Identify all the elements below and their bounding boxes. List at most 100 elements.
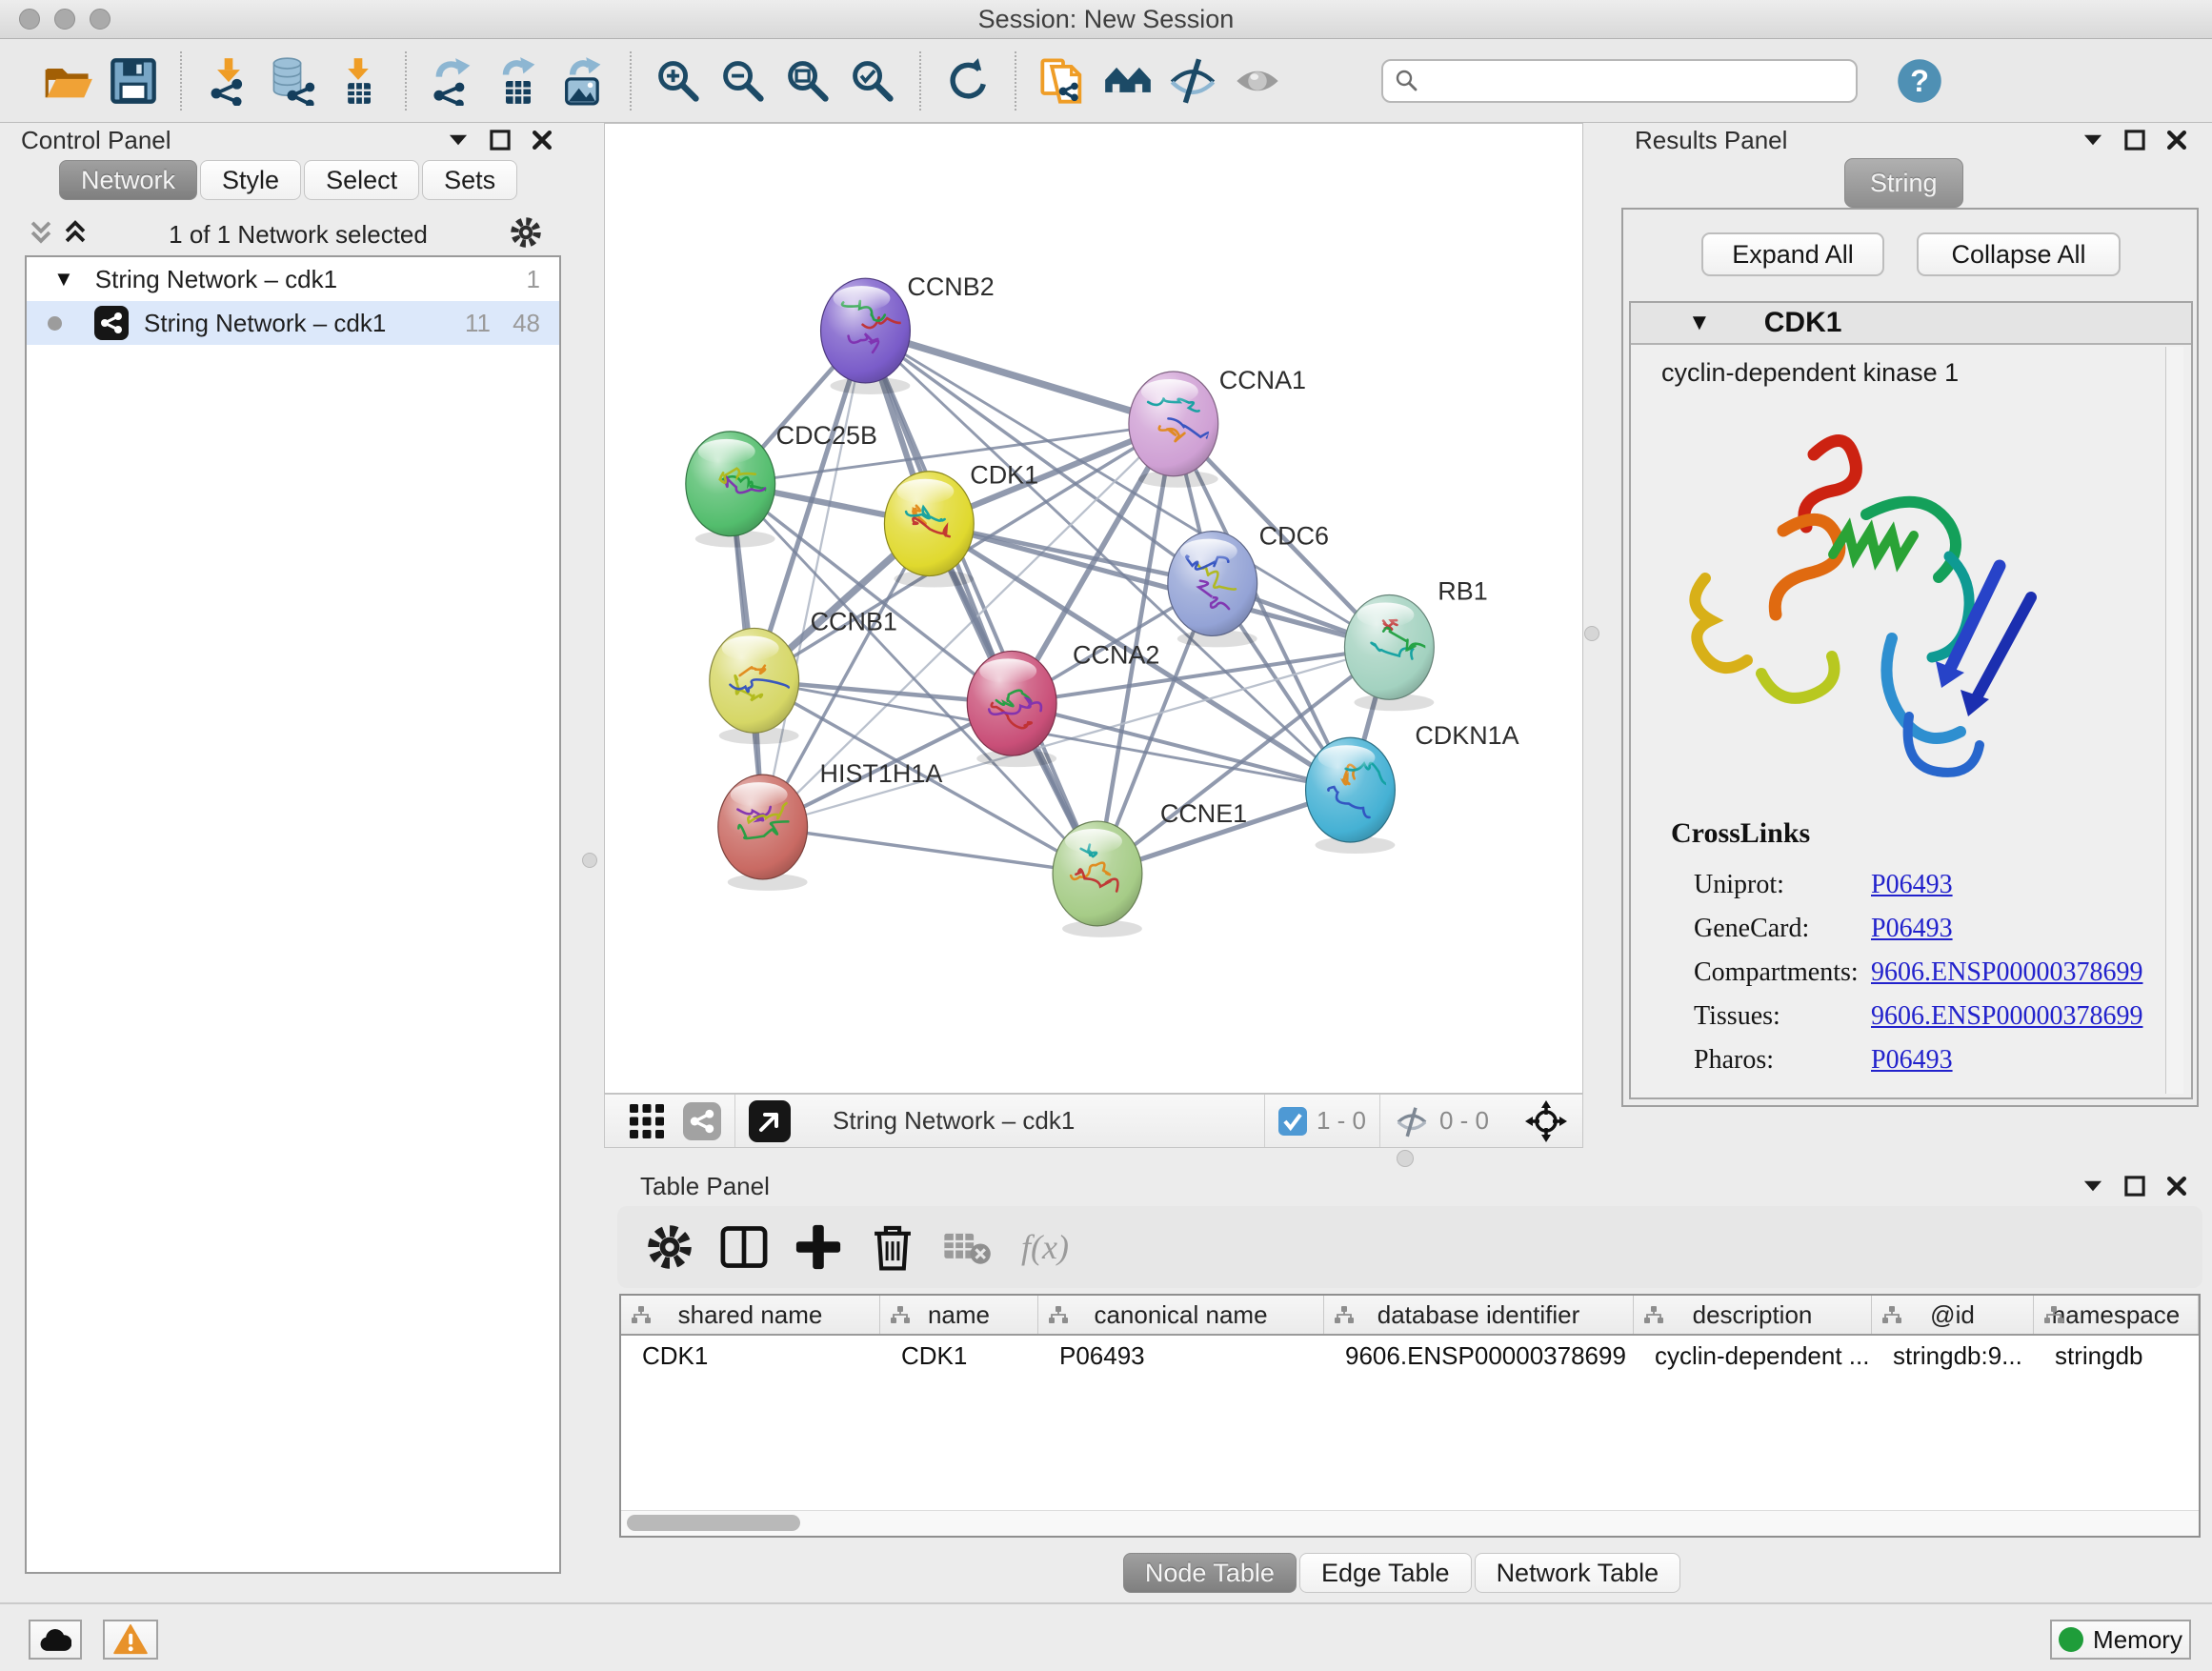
edge-CCNB2-CCNA1[interactable] bbox=[865, 331, 1173, 424]
cloud-button[interactable] bbox=[29, 1620, 82, 1660]
collection-expand-icon[interactable]: ▼ bbox=[53, 267, 74, 292]
show-all-icon[interactable] bbox=[1230, 53, 1285, 109]
export-table-icon[interactable] bbox=[491, 53, 546, 109]
node-CCNE1[interactable]: CCNE1 bbox=[1053, 799, 1247, 937]
panel-close-icon[interactable] bbox=[530, 128, 554, 152]
clone-network-icon[interactable] bbox=[1036, 53, 1091, 109]
export-network-icon[interactable] bbox=[426, 53, 481, 109]
results-scrollbar[interactable] bbox=[2165, 347, 2183, 1094]
import-network-database-icon[interactable] bbox=[266, 53, 321, 109]
horizontal-splitter-handle[interactable] bbox=[1397, 1150, 1414, 1167]
network-options-gear-icon[interactable] bbox=[509, 215, 543, 254]
edge-CCNE1-HIST1H1A[interactable] bbox=[763, 827, 1097, 874]
apply-layout-icon[interactable] bbox=[940, 53, 995, 109]
panel-close-icon[interactable] bbox=[2164, 1174, 2189, 1198]
table-cell[interactable]: P06493 bbox=[1038, 1336, 1324, 1376]
tab-edge-table[interactable]: Edge Table bbox=[1299, 1553, 1472, 1593]
crosslink-value-link[interactable]: 9606.ENSP00000378699 bbox=[1871, 957, 2142, 988]
table-horizontal-scrollbar[interactable] bbox=[621, 1510, 2199, 1536]
left-splitter-handle[interactable] bbox=[582, 853, 597, 868]
tab-select[interactable]: Select bbox=[304, 160, 419, 200]
panel-float-icon[interactable] bbox=[488, 128, 513, 152]
search-box[interactable] bbox=[1381, 59, 1858, 103]
table-cell[interactable]: stringdb bbox=[2034, 1336, 2199, 1376]
open-session-icon[interactable] bbox=[41, 53, 96, 109]
network-row[interactable]: String Network – cdk1 11 48 bbox=[27, 301, 559, 345]
edge-CCNB2-CCNE1[interactable] bbox=[865, 331, 1097, 874]
table-settings-gear-icon[interactable] bbox=[642, 1219, 697, 1275]
panel-menu-icon[interactable] bbox=[446, 128, 471, 152]
grid-view-icon[interactable] bbox=[630, 1104, 664, 1138]
table-cell[interactable]: cyclin-dependent ... bbox=[1634, 1336, 1872, 1376]
hide-selected-icon[interactable] bbox=[1165, 53, 1220, 109]
node-CDKN1A[interactable]: CDKN1A bbox=[1306, 721, 1519, 854]
expand-all-icon[interactable] bbox=[63, 219, 88, 251]
node-RB1[interactable]: RB1 bbox=[1344, 577, 1487, 712]
node-CDC25B[interactable]: CDC25B bbox=[686, 421, 877, 548]
delete-column-icon[interactable] bbox=[865, 1219, 920, 1275]
panel-float-icon[interactable] bbox=[2122, 1174, 2147, 1198]
crosslink-value-link[interactable]: P06493 bbox=[1871, 1045, 1953, 1076]
gene-section-header[interactable]: ▼ CDK1 bbox=[1631, 303, 2191, 345]
zoom-out-icon[interactable] bbox=[715, 53, 771, 109]
collapse-all-button[interactable]: Collapse All bbox=[1917, 232, 2121, 276]
selected-checkbox-icon[interactable] bbox=[1278, 1107, 1307, 1136]
tab-style[interactable]: Style bbox=[200, 160, 301, 200]
export-image-icon[interactable] bbox=[555, 53, 611, 109]
import-network-file-icon[interactable] bbox=[201, 53, 256, 109]
panel-float-icon[interactable] bbox=[2122, 128, 2147, 152]
add-column-icon[interactable] bbox=[791, 1219, 846, 1275]
tab-node-table[interactable]: Node Table bbox=[1123, 1553, 1297, 1593]
column-header-database-identifier[interactable]: database identifier bbox=[1324, 1296, 1634, 1334]
panel-menu-icon[interactable] bbox=[2081, 1174, 2105, 1198]
column-header-name[interactable]: name bbox=[880, 1296, 1038, 1334]
zoom-in-icon[interactable] bbox=[651, 53, 706, 109]
zoom-fit-icon[interactable] bbox=[780, 53, 835, 109]
table-cell[interactable]: CDK1 bbox=[880, 1336, 1038, 1376]
crosslink-value-link[interactable]: 9606.ENSP00000378699 bbox=[1871, 1001, 2142, 1032]
network-view-icon[interactable] bbox=[683, 1102, 721, 1140]
collapse-all-icon[interactable] bbox=[29, 219, 53, 251]
birds-eye-view-icon[interactable] bbox=[749, 1100, 791, 1142]
crosslink-value-link[interactable]: P06493 bbox=[1871, 914, 1953, 944]
zoom-selected-icon[interactable] bbox=[845, 53, 900, 109]
table-cell[interactable]: CDK1 bbox=[621, 1336, 880, 1376]
save-session-icon[interactable] bbox=[106, 53, 161, 109]
column-header-shared-name[interactable]: shared name bbox=[621, 1296, 880, 1334]
expand-all-button[interactable]: Expand All bbox=[1701, 232, 1884, 276]
gene-collapse-icon[interactable]: ▼ bbox=[1688, 310, 1711, 336]
tab-string[interactable]: String bbox=[1844, 158, 1963, 208]
tab-network-table[interactable]: Network Table bbox=[1475, 1553, 1681, 1593]
function-builder-icon[interactable]: f(x) bbox=[1021, 1227, 1069, 1267]
table-row[interactable]: CDK1CDK1P064939606.ENSP00000378699cyclin… bbox=[621, 1336, 2199, 1376]
tab-sets[interactable]: Sets bbox=[422, 160, 517, 200]
session-home-icon[interactable] bbox=[1100, 53, 1156, 109]
node-CDC6[interactable]: CDC6 bbox=[1168, 522, 1329, 648]
import-table-file-icon[interactable] bbox=[331, 53, 386, 109]
network-collection-row[interactable]: ▼ String Network – cdk1 1 bbox=[27, 257, 559, 301]
show-columns-icon[interactable] bbox=[716, 1219, 772, 1275]
table-cell[interactable]: 9606.ENSP00000378699 bbox=[1324, 1336, 1634, 1376]
node-CDK1[interactable]: CDK1 bbox=[884, 461, 1038, 588]
column-header-canonical-name[interactable]: canonical name bbox=[1038, 1296, 1324, 1334]
memory-button[interactable]: Memory bbox=[2050, 1620, 2191, 1660]
column-header-namespace[interactable]: namespace bbox=[2034, 1296, 2199, 1334]
scrollbar-thumb[interactable] bbox=[627, 1515, 800, 1531]
network-graph[interactable]: CCNB2CCNA1CDC25BCDK1CDC6RB1CCNB1CCNA2CDK… bbox=[605, 124, 1582, 1093]
hidden-eye-icon[interactable] bbox=[1394, 1103, 1430, 1139]
panel-close-icon[interactable] bbox=[2164, 128, 2189, 152]
right-splitter-handle[interactable] bbox=[1584, 626, 1599, 641]
search-input[interactable] bbox=[1419, 66, 1844, 95]
table-cell[interactable]: stringdb:9... bbox=[1872, 1336, 2034, 1376]
node-HIST1H1A[interactable]: HIST1H1A bbox=[718, 759, 943, 891]
node-CCNA2[interactable]: CCNA2 bbox=[967, 640, 1159, 767]
delete-table-icon[interactable] bbox=[939, 1219, 995, 1275]
pan-crosshair-icon[interactable] bbox=[1525, 1100, 1567, 1142]
network-canvas[interactable]: CCNB2CCNA1CDC25BCDK1CDC6RB1CCNB1CCNA2CDK… bbox=[604, 123, 1583, 1094]
node-CCNB2[interactable]: CCNB2 bbox=[821, 272, 995, 394]
column-header-@id[interactable]: @id bbox=[1872, 1296, 2034, 1334]
help-button[interactable]: ? bbox=[1892, 53, 1947, 109]
panel-menu-icon[interactable] bbox=[2081, 128, 2105, 152]
column-header-description[interactable]: description bbox=[1634, 1296, 1872, 1334]
crosslink-value-link[interactable]: P06493 bbox=[1871, 870, 1953, 900]
